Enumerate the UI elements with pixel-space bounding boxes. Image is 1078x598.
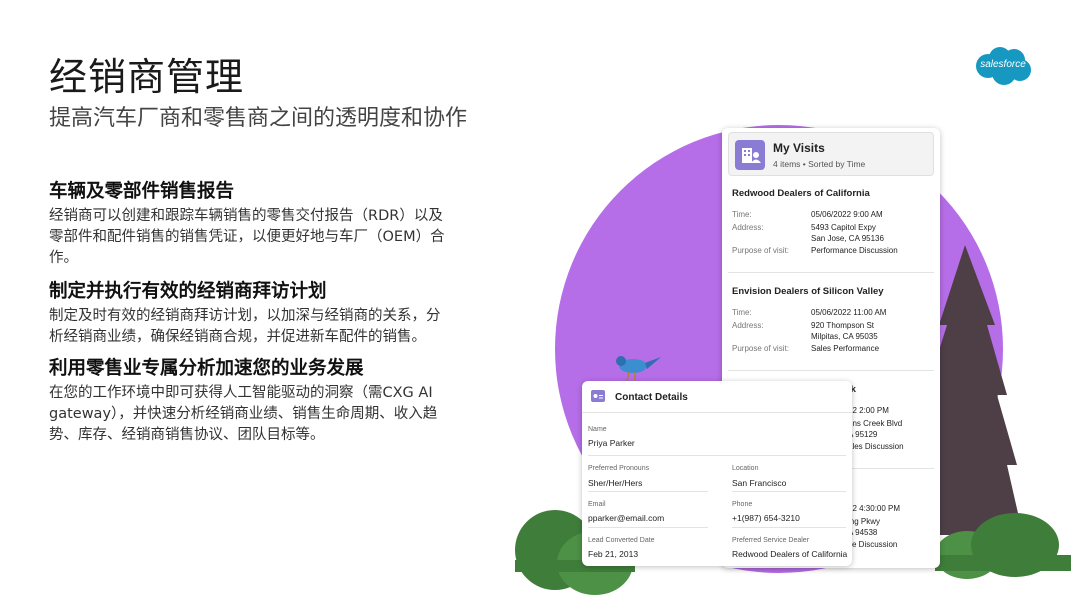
visit-address-label: Address: xyxy=(732,223,764,232)
divider xyxy=(728,272,934,273)
section-line: 析经销商业绩，确保经销商合规，并促进新车配件的销售。 xyxy=(49,329,426,345)
contact-location[interactable]: San Francisco xyxy=(732,478,786,488)
visit-address-line1: 920 Thompson St xyxy=(811,321,875,330)
visit-purpose: ales Discussion xyxy=(848,442,904,451)
section-line: 制定及时有效的经销商拜访计划，以加深与经销商的关系，分 xyxy=(49,308,441,324)
section-sales-report: 车辆及零部件销售报告 经销商可以创建和跟踪车辆销售的零售交付报告（RDR）以及 … xyxy=(49,180,509,269)
contact-name[interactable]: Priya Parker xyxy=(588,438,635,448)
visit-address-line1: 5493 Capitol Expy xyxy=(811,223,876,232)
contact-service-dealer[interactable]: Redwood Dealers of California xyxy=(732,549,847,559)
phone-label: Phone xyxy=(732,501,753,508)
location-label: Location xyxy=(732,465,759,472)
visit-address-line2: Milpitas, CA 95035 xyxy=(811,332,878,341)
divider xyxy=(588,491,708,492)
building-person-icon xyxy=(735,140,765,170)
visit-name: Envision Dealers of Silicon Valley xyxy=(732,286,884,297)
pronouns-label: Preferred Pronouns xyxy=(588,465,650,472)
section-heading: 制定并执行有效的经销商拜访计划 xyxy=(49,281,327,302)
salesforce-logo: salesforce xyxy=(972,44,1034,88)
visit-purpose-label: Purpose of visit: xyxy=(732,246,789,255)
divider xyxy=(588,527,708,528)
visit-address-line1: ing Pkwy xyxy=(848,517,881,526)
section-visit-plan: 制定并执行有效的经销商拜访计划 制定及时有效的经销商拜访计划，以加深与经销商的关… xyxy=(49,280,509,348)
name-label: Name xyxy=(588,426,607,433)
divider xyxy=(728,370,934,371)
visit-time-label: Time: xyxy=(732,210,752,219)
section-analytics: 利用零售业专属分析加速您的业务发展 在您的工作环境中即可获得人工智能驱动的洞察（… xyxy=(49,357,509,446)
visit-time: 22 4:30:00 PM xyxy=(848,504,901,513)
salesforce-logo-text: salesforce xyxy=(980,59,1026,70)
divider xyxy=(732,527,846,528)
my-visits-title: My Visits xyxy=(773,141,825,155)
page-title: 经销商管理 xyxy=(49,55,245,99)
section-line: 势、库存、经销商销售协议、团队目标等。 xyxy=(49,427,325,443)
my-visits-subtitle: 4 items • Sorted by Time xyxy=(773,159,866,169)
visit-name: Redwood Dealers of California xyxy=(732,188,870,199)
contact-card-icon xyxy=(591,390,605,402)
section-line: gateway），并快速分析经销商业绩、销售生命周期、收入趋 xyxy=(49,406,438,422)
section-line: 零部件和配件销售的销售凭证，以便更好地与车厂（OEM）合 xyxy=(49,229,445,245)
page-subtitle: 提高汽车厂商和零售商之间的透明度和协作 xyxy=(49,106,468,131)
section-body: 制定及时有效的经销商拜访计划，以加深与经销商的关系，分 析经销商业绩，确保经销商… xyxy=(49,306,509,348)
visit-address-line1: ens Creek Blvd xyxy=(848,419,903,428)
divider xyxy=(732,491,846,492)
contact-email[interactable]: pparker@email.com xyxy=(588,513,664,523)
visit-address-line2: San Jose, CA 95136 xyxy=(811,234,884,243)
section-line: 作。 xyxy=(49,250,78,266)
service-dealer-label: Preferred Service Dealer xyxy=(732,537,810,544)
divider xyxy=(588,455,846,456)
email-label: Email xyxy=(588,501,606,508)
contact-phone[interactable]: +1(987) 654-3210 xyxy=(732,513,800,523)
visit-time: 05/06/2022 11:00 AM xyxy=(811,308,887,317)
visit-time: 05/06/2022 9:00 AM xyxy=(811,210,883,219)
visit-purpose: Performance Discussion xyxy=(811,246,898,255)
visit-time: 22 2:00 PM xyxy=(848,406,889,415)
contact-lead-date[interactable]: Feb 21, 2013 xyxy=(588,549,638,559)
visit-purpose-label: Purpose of visit: xyxy=(732,344,789,353)
lead-converted-label: Lead Converted Date xyxy=(588,537,655,544)
contact-details-header: Contact Details xyxy=(582,381,852,413)
my-visits-header: My Visits 4 items • Sorted by Time xyxy=(728,132,934,176)
section-line: 在您的工作环境中即可获得人工智能驱动的洞察（需CXG AI xyxy=(49,385,433,401)
visit-address-line2: A 95129 xyxy=(848,430,878,439)
section-line: 经销商可以创建和跟踪车辆销售的零售交付报告（RDR）以及 xyxy=(49,208,443,224)
section-body: 经销商可以创建和跟踪车辆销售的零售交付报告（RDR）以及 零部件和配件销售的销售… xyxy=(49,206,509,269)
contact-pronouns[interactable]: Sher/Her/Hers xyxy=(588,478,642,488)
contact-details-title: Contact Details xyxy=(615,392,688,403)
section-heading: 利用零售业专属分析加速您的业务发展 xyxy=(49,358,364,379)
visit-time-label: Time: xyxy=(732,308,752,317)
section-heading: 车辆及零部件销售报告 xyxy=(49,181,235,202)
visit-purpose: ce Discussion xyxy=(848,540,898,549)
visit-purpose: Sales Performance xyxy=(811,344,880,353)
section-body: 在您的工作环境中即可获得人工智能驱动的洞察（需CXG AI gateway），并… xyxy=(49,383,509,446)
visit-address-label: Address: xyxy=(732,321,764,330)
contact-details-card: Contact Details Name Priya Parker Prefer… xyxy=(582,381,852,566)
visit-address-line2: A 94538 xyxy=(848,528,878,537)
